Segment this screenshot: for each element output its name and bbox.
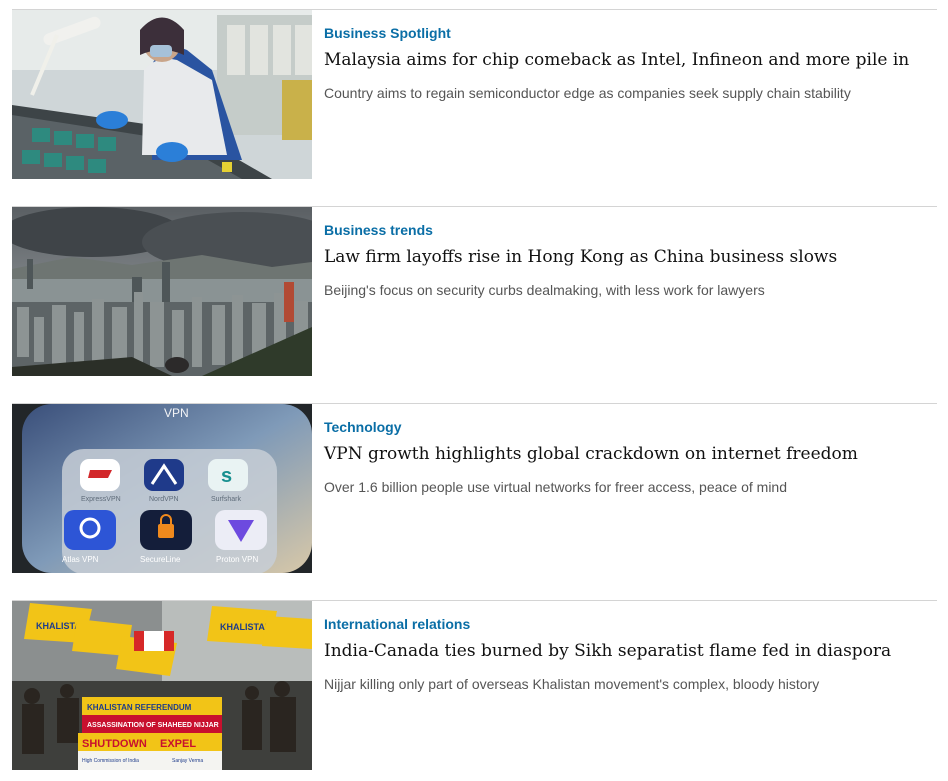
article-summary: Beijing's focus on security curbs dealma… — [324, 282, 765, 298]
app-label: Surfshark — [211, 496, 241, 503]
article-text: Business trends Law firm layoffs rise in… — [324, 221, 937, 300]
khalistan-protest-image: KHALISTAN KHALISTAN KHALISTAN REFERENDUM — [12, 601, 312, 770]
article-thumbnail-khalistan-protest[interactable]: KHALISTAN KHALISTAN KHALISTAN REFERENDUM — [12, 601, 312, 770]
vpn-apps-image: VPN s ExpressVPN NordVPN Surfshark Atlas… — [12, 404, 312, 573]
vpn-folder-title: VPN — [164, 406, 189, 420]
article-card: KHALISTAN KHALISTAN KHALISTAN REFERENDUM — [12, 600, 937, 781]
article-summary: Country aims to regain semiconductor edg… — [324, 85, 851, 101]
article-thumbnail-chip-factory[interactable] — [12, 10, 312, 179]
article-headline[interactable]: VPN growth highlights global crackdown o… — [324, 442, 937, 466]
app-label: SecureLine — [140, 555, 181, 564]
hong-kong-skyline-image — [12, 207, 312, 376]
article-card: VPN s ExpressVPN NordVPN Surfshark Atlas… — [12, 403, 937, 600]
app-label: ExpressVPN — [81, 496, 121, 503]
article-thumbnail-hong-kong[interactable] — [12, 207, 312, 376]
article-kicker[interactable]: Business Spotlight — [324, 24, 451, 42]
app-label: Proton VPN — [216, 555, 258, 564]
article-kicker[interactable]: International relations — [324, 615, 470, 633]
chip-factory-image — [12, 10, 312, 179]
sign-right-text: EXPEL — [160, 738, 196, 750]
banner-mid-text: ASSASSINATION OF SHAHEED NIJJAR — [87, 722, 219, 729]
article-text: International relations India-Canada tie… — [324, 615, 937, 694]
article-summary: Nijjar killing only part of overseas Kha… — [324, 676, 820, 692]
article-text: Business Spotlight Malaysia aims for chi… — [324, 24, 937, 103]
article-kicker[interactable]: Technology — [324, 418, 402, 436]
svg-text:s: s — [221, 465, 232, 487]
article-headline[interactable]: India-Canada ties burned by Sikh separat… — [324, 639, 937, 663]
article-text: Technology VPN growth highlights global … — [324, 418, 937, 497]
app-label: Atlas VPN — [62, 555, 99, 564]
caption-right-text: Sanjay Verma — [172, 758, 203, 764]
article-feed: Business Spotlight Malaysia aims for chi… — [12, 9, 937, 781]
article-thumbnail-vpn-apps[interactable]: VPN s ExpressVPN NordVPN Surfshark Atlas… — [12, 404, 312, 573]
article-summary: Over 1.6 billion people use virtual netw… — [324, 479, 788, 495]
article-card: Business trends Law firm layoffs rise in… — [12, 206, 937, 403]
article-kicker[interactable]: Business trends — [324, 221, 433, 239]
article-headline[interactable]: Malaysia aims for chip comeback as Intel… — [324, 48, 937, 72]
caption-left-text: High Commission of India — [82, 758, 139, 764]
article-card: Business Spotlight Malaysia aims for chi… — [12, 9, 937, 206]
article-headline[interactable]: Law firm layoffs rise in Hong Kong as Ch… — [324, 245, 937, 269]
sign-left-text: SHUTDOWN — [82, 738, 147, 750]
flag-text: KHALISTAN — [220, 622, 271, 632]
banner-top-text: KHALISTAN REFERENDUM — [87, 703, 192, 712]
app-label: NordVPN — [149, 496, 179, 503]
